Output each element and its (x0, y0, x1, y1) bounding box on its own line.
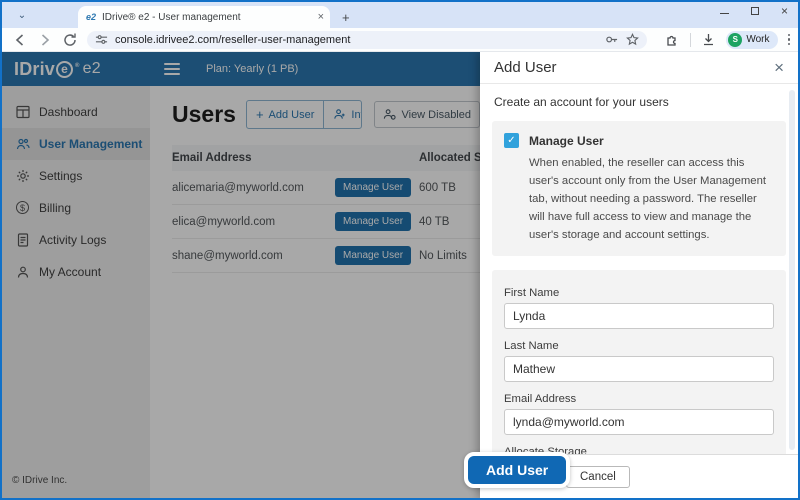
bookmark-star-icon[interactable] (626, 33, 639, 46)
add-user-submit-button[interactable]: Add User (464, 452, 570, 488)
toolbar-divider (690, 33, 691, 47)
browser-profile-button[interactable]: S Work (726, 31, 777, 49)
tab-close-icon[interactable]: × (318, 11, 324, 23)
password-key-icon[interactable] (605, 33, 618, 46)
panel-close-icon[interactable]: × (774, 59, 784, 76)
last-name-field[interactable] (504, 356, 774, 382)
new-tab-button[interactable]: + (342, 10, 350, 25)
window-minimize-button[interactable] (720, 13, 729, 15)
url-text[interactable]: console.idrivee2.com/reseller-user-manag… (115, 34, 597, 46)
cancel-button[interactable]: Cancel (566, 466, 630, 488)
tab-title: IDrive® e2 - User management (102, 12, 312, 23)
refresh-icon[interactable] (62, 32, 78, 48)
first-name-field[interactable] (504, 303, 774, 329)
panel-scrollbar[interactable] (789, 90, 795, 450)
first-name-label: First Name (504, 287, 774, 299)
manage-user-section: ✓ Manage User When enabled, the reseller… (492, 121, 786, 256)
panel-title: Add User (494, 59, 774, 76)
browser-toolbar: console.idrivee2.com/reseller-user-manag… (2, 28, 798, 52)
window-close-button[interactable]: × (781, 6, 788, 16)
site-settings-icon[interactable] (95, 33, 108, 46)
extensions-icon[interactable] (665, 32, 680, 47)
tab-favicon: e2 (86, 12, 96, 22)
forward-icon[interactable] (37, 32, 53, 48)
browser-titlebar: ⌄ e2 IDrive® e2 - User management × + × (2, 2, 798, 28)
last-name-label: Last Name (504, 340, 774, 352)
back-icon[interactable] (12, 32, 28, 48)
dimmed-content: IDrive®e2 Plan: Yearly (1 PB) Dashboard (2, 52, 480, 498)
browser-tab[interactable]: e2 IDrive® e2 - User management × (78, 6, 330, 28)
panel-footer: Add User Cancel (480, 454, 798, 498)
window-maximize-button[interactable] (751, 7, 759, 15)
browser-menu-icon[interactable] (788, 34, 791, 46)
downloads-icon[interactable] (701, 32, 716, 47)
profile-avatar: S (728, 33, 742, 47)
email-address-field[interactable] (504, 409, 774, 435)
modal-dim-overlay (2, 52, 480, 498)
panel-subtitle: Create an account for your users (480, 84, 798, 111)
tab-search-icon[interactable]: ⌄ (14, 7, 30, 23)
address-bar[interactable]: console.idrivee2.com/reseller-user-manag… (87, 31, 647, 49)
add-user-panel: Add User × Create an account for your us… (480, 52, 798, 498)
manage-user-label: Manage User (529, 134, 604, 148)
browser-window: ⌄ e2 IDrive® e2 - User management × + × … (0, 0, 800, 500)
profile-label: Work (746, 34, 769, 45)
manage-user-checkbox[interactable]: ✓ (504, 133, 519, 148)
email-address-label: Email Address (504, 393, 774, 405)
manage-user-description: When enabled, the reseller can access th… (504, 154, 774, 244)
